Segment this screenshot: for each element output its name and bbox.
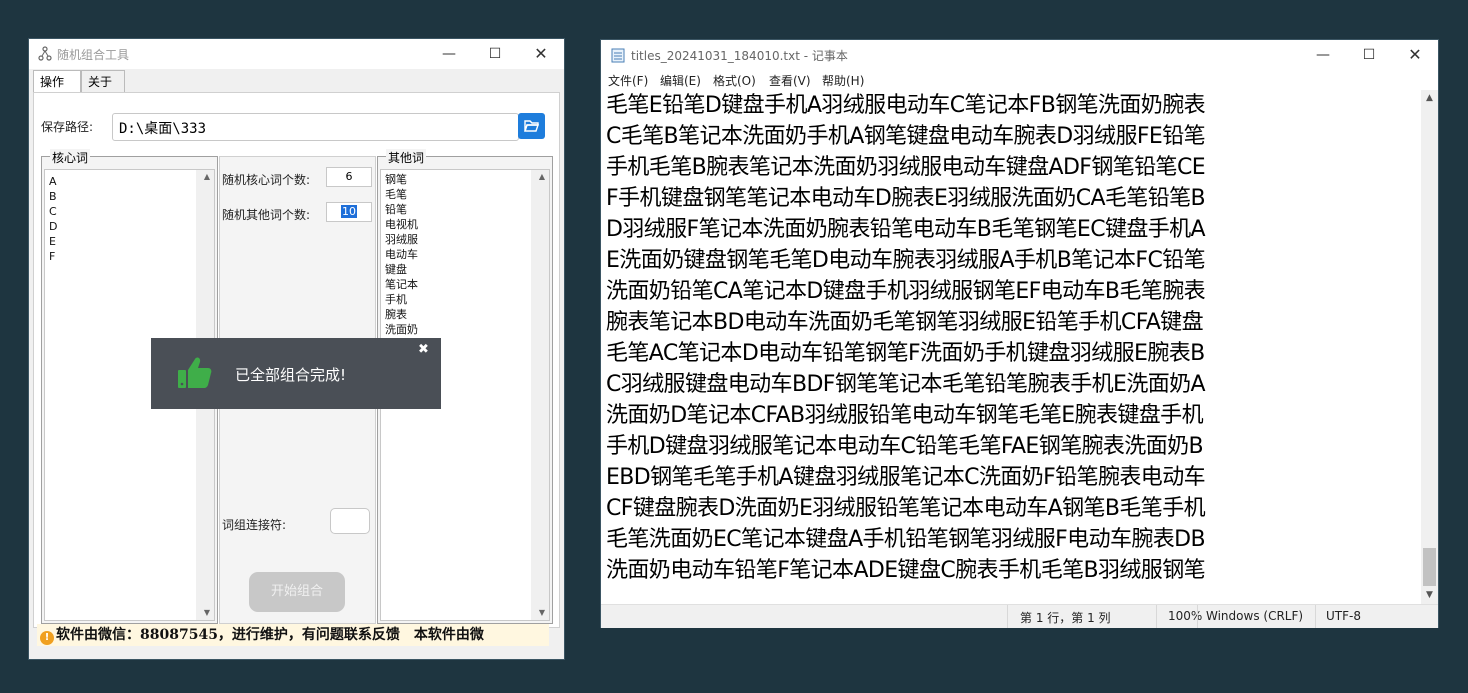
text-line: C毛笔B笔记本洗面奶手机A钢笔键盘电动车腕表D羽绒服FE铅笔	[606, 124, 1206, 149]
browse-folder-button[interactable]	[518, 113, 545, 139]
toast-close-icon[interactable]: ✖	[418, 342, 429, 357]
text-line: F手机键盘钢笔笔记本电动车D腕表E羽绒服洗面奶CA毛笔铅笔B	[606, 186, 1206, 211]
text-line: 手机D键盘羽绒服笔记本电动车C铅笔毛笔FAE钢笔腕表洗面奶B	[606, 434, 1204, 459]
text-line: 毛笔E铅笔D键盘手机A羽绒服电动车C笔记本FB钢笔洗面奶腕表	[606, 93, 1206, 118]
scroll-up-icon[interactable]: ▲	[196, 170, 214, 184]
tab-about[interactable]: 关于	[81, 70, 125, 94]
core-count-input[interactable]: 6	[326, 167, 372, 187]
text-editor[interactable]: 毛笔E铅笔D键盘手机A羽绒服电动车C笔记本FB钢笔洗面奶腕表 C毛笔B笔记本洗面…	[601, 90, 1421, 604]
save-path-input[interactable]: D:\桌面\333	[112, 113, 519, 141]
notepad-titlebar[interactable]: titles_20241031_184010.txt - 记事本 — ☐ ✕	[601, 40, 1438, 70]
scroll-down-icon[interactable]: ▼	[196, 606, 214, 620]
list-item[interactable]: 钢笔	[381, 172, 549, 187]
editor-scrollbar[interactable]: ▲ ▼	[1421, 90, 1438, 604]
text-line: EBD钢笔毛笔手机A键盘羽绒服笔记本C洗面奶F铅笔腕表电动车	[606, 465, 1206, 490]
text-line: 洗面奶电动车铅笔F笔记本ADE键盘C腕表手机毛笔B羽绒服钢笔	[606, 558, 1206, 583]
minimize-button[interactable]: —	[1300, 40, 1346, 70]
maximize-button[interactable]: ☐	[472, 39, 518, 69]
save-path-label: 保存路径:	[41, 120, 94, 134]
notepad-statusbar: 第 1 行，第 1 列 100% Windows (CRLF) UTF-8	[601, 604, 1438, 628]
list-item[interactable]: E	[45, 234, 214, 249]
notepad-menubar: 文件(F) 编辑(E) 格式(O) 查看(V) 帮助(H)	[601, 70, 1438, 90]
text-line: C羽绒服键盘电动车BDF钢笔笔记本毛笔铅笔腕表手机E洗面奶A	[606, 372, 1206, 397]
list-item[interactable]: 毛笔	[381, 187, 549, 202]
list-item[interactable]: B	[45, 189, 214, 204]
text-line: E洗面奶键盘钢笔毛笔D电动车腕表羽绒服A手机B笔记本FC铅笔	[606, 248, 1206, 273]
list-item[interactable]: 羽绒服	[381, 232, 549, 247]
save-path-value: D:\桌面\333	[119, 121, 207, 137]
notepad-window: titles_20241031_184010.txt - 记事本 — ☐ ✕ 文…	[601, 40, 1438, 628]
list-item[interactable]: 电动车	[381, 247, 549, 262]
menu-view[interactable]: 查看(V)	[769, 72, 811, 89]
info-icon: !	[40, 631, 54, 645]
other-count-input[interactable]: 10	[326, 202, 372, 222]
marquee-statusbar: ! 软件由微信：88087545，进行维护，有问题联系反馈 本软件由微	[37, 624, 549, 646]
scroll-up-icon[interactable]: ▲	[1421, 90, 1438, 107]
start-combine-button[interactable]: 开始组合	[249, 572, 345, 612]
app-titlebar[interactable]: 随机组合工具 — ☐ ✕	[29, 39, 564, 69]
list-item[interactable]: 笔记本	[381, 277, 549, 292]
core-words-legend: 核心词	[50, 149, 91, 166]
toast-message: 已全部组合完成!	[235, 366, 347, 384]
notepad-title: titles_20241031_184010.txt - 记事本	[631, 49, 848, 63]
completion-toast: 已全部组合完成! ✖	[151, 338, 441, 409]
menu-file[interactable]: 文件(F)	[608, 72, 648, 89]
notepad-icon	[611, 48, 625, 63]
list-item[interactable]: 电视机	[381, 217, 549, 232]
other-count-label: 随机其他词个数:	[222, 208, 311, 222]
cursor-position: 第 1 行，第 1 列	[1020, 611, 1111, 625]
list-item[interactable]: 洗面奶	[381, 322, 549, 337]
list-item[interactable]: 手机	[381, 292, 549, 307]
text-line: 腕表笔记本BD电动车洗面奶毛笔钢笔羽绒服E铅笔手机CFA键盘	[606, 310, 1204, 335]
text-line: 毛笔洗面奶EC笔记本键盘A手机铅笔钢笔羽绒服F电动车腕表DB	[606, 527, 1206, 552]
other-words-legend: 其他词	[386, 149, 427, 166]
other-count-value: 10	[341, 205, 357, 218]
list-item[interactable]: F	[45, 249, 214, 264]
scroll-down-icon[interactable]: ▼	[1421, 587, 1438, 604]
text-line: 手机毛笔B腕表笔记本洗面奶羽绒服电动车键盘ADF钢笔铅笔CE	[606, 155, 1206, 180]
app-logo-icon	[38, 46, 52, 61]
menu-format[interactable]: 格式(O)	[713, 72, 756, 89]
close-button[interactable]: ✕	[518, 39, 564, 69]
list-item[interactable]: 铅笔	[381, 202, 549, 217]
minimize-button[interactable]: —	[426, 39, 472, 69]
tab-operate[interactable]: 操作	[33, 70, 81, 94]
folder-open-icon	[524, 120, 539, 132]
text-line: 洗面奶D笔记本CFAB羽绒服铅笔电动车钢笔毛笔E腕表键盘手机	[606, 403, 1204, 428]
close-button[interactable]: ✕	[1392, 40, 1438, 70]
scroll-down-icon[interactable]: ▼	[531, 606, 549, 620]
list-item[interactable]: 键盘	[381, 262, 549, 277]
connector-input[interactable]	[330, 508, 370, 534]
scroll-up-icon[interactable]: ▲	[531, 170, 549, 184]
line-ending: Windows (CRLF)	[1206, 609, 1304, 623]
random-combo-window: 随机组合工具 — ☐ ✕ 操作 关于 保存路径: D:\桌面\333 核心词 A…	[29, 39, 564, 659]
list-item[interactable]: D	[45, 219, 214, 234]
text-line: 洗面奶铅笔CA笔记本D键盘手机羽绒服钢笔EF电动车B毛笔腕表	[606, 279, 1206, 304]
text-line: 毛笔AC笔记本D电动车铅笔钢笔F洗面奶手机键盘羽绒服E腕表B	[606, 341, 1205, 366]
thumbs-up-icon	[178, 357, 212, 388]
maximize-button[interactable]: ☐	[1346, 40, 1392, 70]
connector-label: 词组连接符:	[222, 518, 287, 532]
other-list-scrollbar[interactable]: ▲ ▼	[531, 170, 549, 620]
app-title: 随机组合工具	[57, 48, 130, 62]
marquee-text: 软件由微信：88087545，进行维护，有问题联系反馈 本软件由微	[56, 627, 484, 643]
menu-help[interactable]: 帮助(H)	[822, 72, 864, 89]
list-item[interactable]: 腕表	[381, 307, 549, 322]
encoding: UTF-8	[1326, 609, 1361, 623]
text-line: CF键盘腕表D洗面奶E羽绒服铅笔笔记本电动车A钢笔B毛笔手机	[606, 496, 1206, 521]
list-item[interactable]: C	[45, 204, 214, 219]
core-count-label: 随机核心词个数:	[222, 173, 311, 187]
text-line: D羽绒服F笔记本洗面奶腕表铅笔电动车B毛笔钢笔EC键盘手机A	[606, 217, 1206, 242]
menu-edit[interactable]: 编辑(E)	[660, 72, 701, 89]
list-item[interactable]: A	[45, 174, 214, 189]
scroll-thumb[interactable]	[1423, 548, 1436, 586]
